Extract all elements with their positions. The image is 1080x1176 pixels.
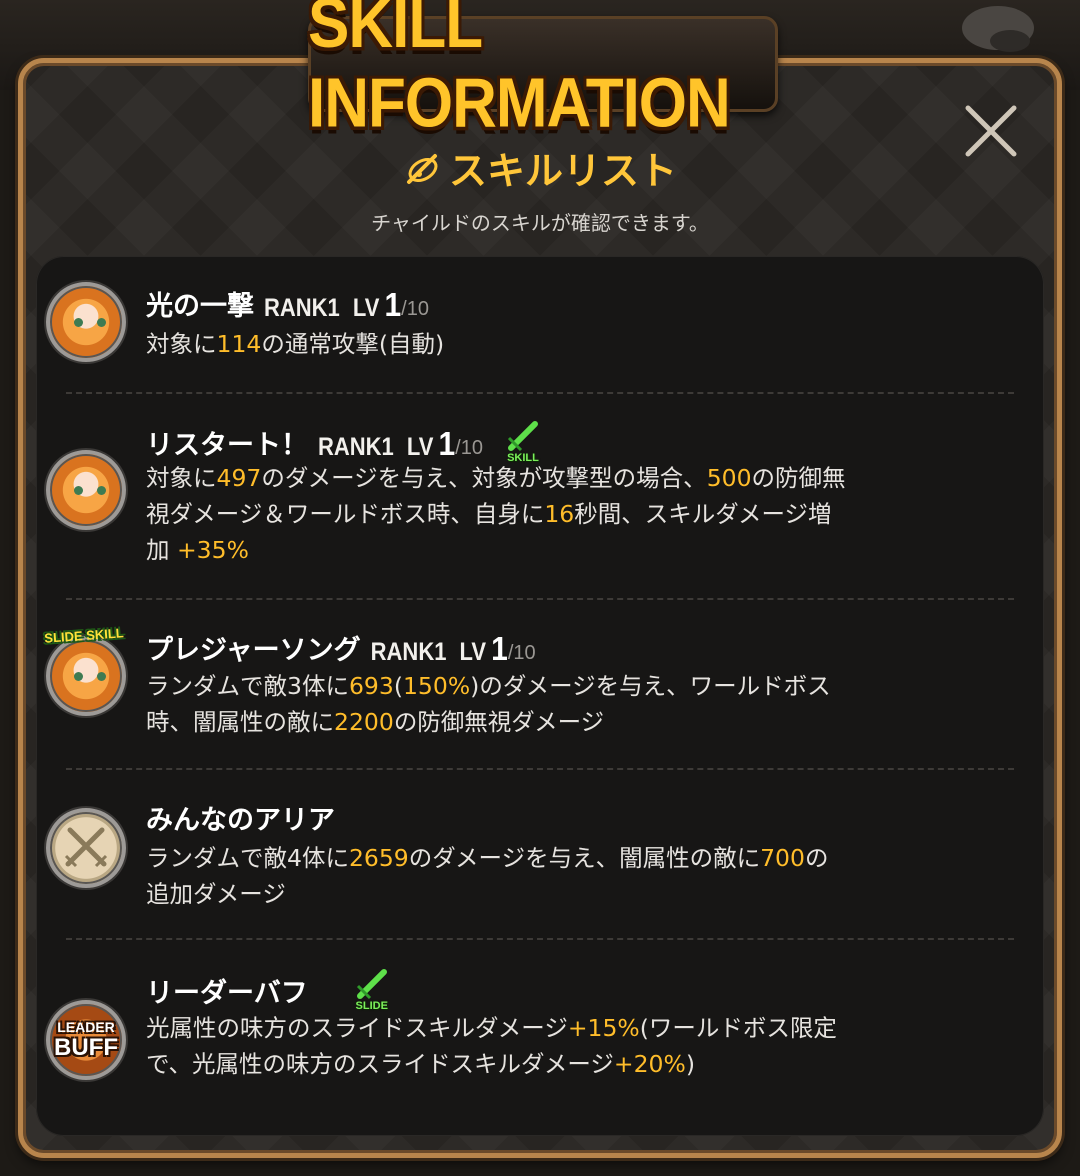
highlight-value: 497	[216, 464, 262, 492]
crossed-swords-icon	[46, 808, 126, 888]
skill-name: プレジャーソング	[146, 635, 361, 666]
skill-lv-prefix: LV	[352, 293, 380, 322]
description-text: )	[685, 1050, 695, 1078]
skill-lv-max: /10	[507, 642, 536, 664]
skill-name-row: みんなのアリア	[146, 798, 335, 837]
skill-name: 光の一撃	[146, 291, 254, 322]
skill-name: リーダーバフ	[146, 978, 308, 1009]
skill-swords-icon	[406, 153, 438, 184]
skill-lv-current: 1	[491, 631, 508, 668]
divider	[66, 938, 1014, 940]
highlight-value: +35%	[176, 536, 249, 564]
character-portrait-icon	[46, 282, 126, 362]
skill-badge: SKILL	[503, 420, 543, 464]
description-text: の通常攻撃(自動)	[261, 330, 445, 358]
description-text: 対象に	[146, 330, 217, 358]
dialog-title: SKILL INFORMATION	[308, 0, 731, 143]
list-header: スキルリスト チャイルドのスキルが確認できます。	[0, 140, 1080, 236]
skill-description: 光属性の味方のスライドスキルダメージ+15%(ワールドボス限定で、光属性の味方の…	[146, 1010, 846, 1082]
skill-rank: RANK1	[318, 432, 394, 461]
highlight-value: 693	[348, 672, 394, 700]
skill-description: 対象に114の通常攻撃(自動)	[146, 326, 846, 362]
skill-lv-prefix: LV	[459, 637, 487, 666]
character-portrait-icon	[46, 450, 126, 530]
highlight-value: 150%	[402, 672, 471, 700]
green-sword-icon	[507, 421, 538, 452]
skill-description: ランダムで敵4体に2659のダメージを与え、闇属性の敵に700の追加ダメージ	[146, 840, 846, 912]
leader-buff-icon: LEADER BUFF	[46, 1000, 126, 1080]
description-text: ランダムで敵4体に	[146, 844, 349, 872]
skill-name: リスタート！	[146, 430, 308, 461]
highlight-value: 16	[544, 500, 575, 528]
skill-name: みんなのアリア	[146, 805, 335, 836]
skill-name-row: 光の一撃 RANK1 LV 1/10	[146, 284, 429, 323]
skill-lv-prefix: LV	[406, 432, 434, 461]
leader-buff-label-top: LEADER	[57, 1019, 115, 1035]
skill-rank: RANK1	[264, 293, 340, 322]
skill-lv-max: /10	[401, 298, 429, 320]
skill-name-row: リーダーバフ SLIDE	[146, 968, 392, 1012]
highlight-value: 2200	[334, 708, 394, 736]
skill-level: RANK1 LV 1/10	[264, 287, 429, 324]
description-text: 対象に	[146, 464, 217, 492]
divider	[66, 392, 1014, 394]
highlight-value: 2659	[348, 844, 409, 872]
skill-rank: RANK1	[370, 637, 447, 666]
skill-lv-current: 1	[384, 287, 402, 324]
description-text: (	[393, 672, 403, 700]
description-text: の防御無視ダメージ	[393, 708, 605, 736]
highlight-value: 500	[706, 464, 752, 492]
skill-list[interactable]: 光の一撃 RANK1 LV 1/10 対象に114の通常攻撃(自動) リスタート…	[36, 256, 1044, 1136]
skill-name-row: リスタート！ RANK1 LV 1/10 SKILL	[146, 420, 543, 464]
skill-description: 対象に497のダメージを与え、対象が攻撃型の場合、500の防御無視ダメージ＆ワー…	[146, 460, 846, 568]
description-text: のダメージを与え、対象が攻撃型の場合、	[261, 464, 707, 492]
description-text: ランダムで敵3体に	[146, 672, 349, 700]
highlight-value: 700	[760, 844, 805, 872]
description-text: 光属性の味方のスライドスキルダメージ	[146, 1014, 568, 1042]
character-portrait-icon	[46, 636, 126, 716]
highlight-value: +15%	[567, 1014, 640, 1042]
skill-name-row: プレジャーソング RANK1 LV 1/10	[146, 628, 536, 667]
description-text: のダメージを与え、闇属性の敵に	[408, 844, 761, 872]
chat-bubble-shadow	[990, 30, 1030, 52]
slide-skill-tag: SLIDE SKILL	[43, 625, 125, 646]
header-title-label: スキルリスト	[448, 149, 677, 193]
header-title: スキルリスト	[403, 140, 677, 195]
highlight-value: 114	[216, 330, 262, 358]
header-subtitle: チャイルドのスキルが確認できます。	[371, 211, 709, 235]
skill-lv-max: /10	[455, 437, 483, 459]
divider	[66, 768, 1014, 770]
skill-level: RANK1 LV 1/10	[318, 426, 483, 463]
highlight-value: +20%	[613, 1050, 686, 1078]
skill-badge: SLIDE	[352, 968, 392, 1012]
green-sword-icon	[356, 969, 387, 1000]
skill-lv-current: 1	[438, 426, 456, 463]
skill-level: RANK1 LV 1/10	[370, 631, 536, 668]
skill-description: ランダムで敵3体に693(150%)のダメージを与え、ワールドボス時、闇属性の敵…	[146, 668, 846, 740]
divider	[66, 598, 1014, 600]
leader-buff-label-bottom: BUFF	[54, 1034, 118, 1061]
